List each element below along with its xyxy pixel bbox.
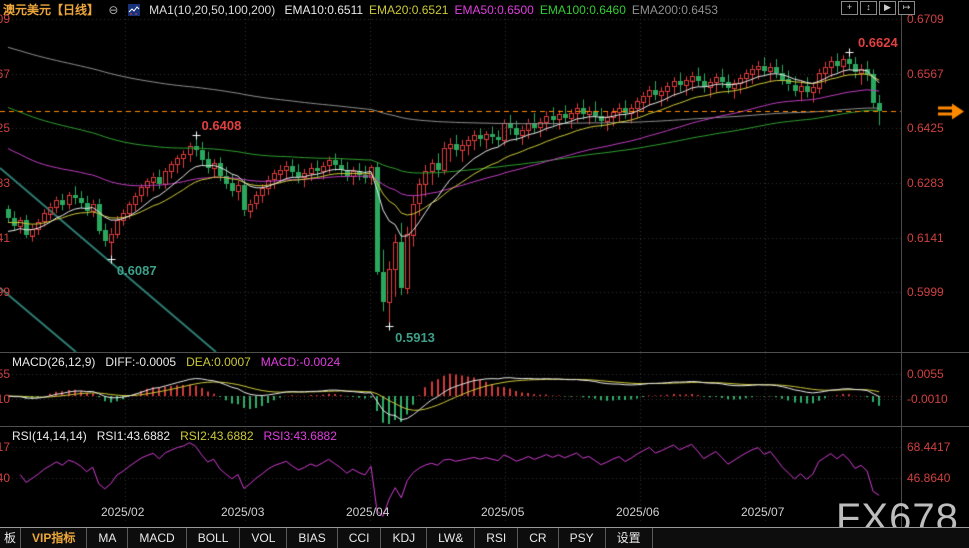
toolbar-item-0[interactable]: 板	[0, 528, 21, 548]
toolbar-item-cr[interactable]: CR	[518, 528, 558, 548]
ma-settings-label: MA1(10,20,50,100,200)	[149, 3, 275, 17]
collapse-icon[interactable]: ⊖	[108, 3, 118, 17]
price-axis-label: 0.6283	[907, 176, 944, 190]
rsi-axis-label: 46.8640	[907, 471, 950, 485]
panel-divider	[0, 352, 969, 353]
indicator-toolbar: 板VIP指标MAMACDBOLLVOLBIASCCIKDJLW&RSICRPSY…	[0, 527, 969, 548]
toolbar-item-lw[interactable]: LW&	[427, 528, 475, 548]
toolbar-item-13[interactable]: 设置	[606, 528, 653, 548]
left-axis-label-clipped: 0.5999	[0, 285, 10, 299]
toolbar-item-vol[interactable]: VOL	[240, 528, 287, 548]
price-axis-label: 0.6425	[907, 121, 944, 135]
left-axis-label-clipped: 0.6141	[0, 231, 10, 245]
symbol-title: 澳元美元【日线】	[3, 3, 99, 17]
toolbar-item-boll[interactable]: BOLL	[187, 528, 241, 548]
ema-value-label-2: EMA50:0.6500	[454, 3, 533, 17]
left-axis-label-clipped: 46.8640	[0, 471, 10, 485]
macd-value-label-0: DIFF:-0.0005	[105, 355, 176, 369]
rsi-value-label-0: RSI1:43.6882	[97, 429, 170, 443]
crosshair-icon[interactable]: +	[841, 1, 858, 15]
price-axis-label: 0.6141	[907, 231, 944, 245]
scale-axis-icon[interactable]: ↕	[860, 1, 877, 15]
rsi-axis-label: 68.4417	[907, 440, 950, 454]
macd-value-label-2: MACD:-0.0024	[261, 355, 340, 369]
price-annotation: 0.6624	[858, 35, 898, 50]
toolbar-item-cci[interactable]: CCI	[338, 528, 382, 548]
date-label: 2025/07	[741, 505, 784, 519]
date-label: 2025/03	[221, 505, 264, 519]
trading-app-window: 澳元美元【日线】 ⊖ MA1(10,20,50,100,200) EMA10:0…	[0, 0, 969, 548]
price-axis-border	[901, 0, 902, 527]
play-axis-icon[interactable]: ▶	[879, 1, 896, 15]
macd-axis-label: 0.0055	[907, 367, 944, 381]
price-axis-label: 0.5999	[907, 285, 944, 299]
date-label: 2025/02	[101, 505, 144, 519]
toolbar-item-rsi[interactable]: RSI	[475, 528, 518, 548]
ema-value-label-1: EMA20:0.6521	[369, 3, 448, 17]
exit-icon[interactable]: ↦	[898, 1, 915, 15]
chart-toolbar-icons: + ↕ ▶ ↦	[841, 1, 915, 15]
macd-axis-label: -0.0010	[907, 392, 948, 406]
toolbar-item-macd[interactable]: MACD	[128, 528, 186, 548]
macd-params-label: MACD(26,12,9)	[12, 355, 95, 369]
left-axis-label-clipped: 0.6567	[0, 67, 10, 81]
price-annotation: 0.5913	[395, 330, 435, 345]
chart-header: 澳元美元【日线】 ⊖ MA1(10,20,50,100,200) EMA10:0…	[3, 2, 730, 18]
rsi-value-label-2: RSI3:43.6882	[264, 429, 337, 443]
ema-value-label-3: EMA100:0.6460	[540, 3, 626, 17]
left-axis-label-clipped: 0.6709	[0, 12, 10, 26]
toolbar-item-kdj[interactable]: KDJ	[381, 528, 427, 548]
date-label: 2025/05	[481, 505, 524, 519]
left-axis-label-clipped: 0.6425	[0, 121, 10, 135]
price-annotation: 0.6408	[202, 118, 242, 133]
ema-value-label-4: EMA200:0.6453	[632, 3, 718, 17]
macd-value-label-1: DEA:0.0007	[186, 355, 251, 369]
toolbar-item-ma[interactable]: MA	[87, 528, 128, 548]
rsi-header: RSI(14,14,14) RSI1:43.6882 RSI2:43.6882 RSI…	[12, 429, 357, 443]
left-axis-label-clipped: 68.4417	[0, 440, 10, 454]
left-axis-label-clipped: 0.6283	[0, 176, 10, 190]
date-label: 2025/06	[616, 505, 659, 519]
date-label: 2025/04	[346, 505, 389, 519]
ema-value-label-0: EMA10:0.6511	[285, 3, 364, 17]
price-axis-label: 0.6567	[907, 67, 944, 81]
panel-divider	[0, 426, 969, 427]
ema-values: EMA10:0.6511 EMA20:0.6521 EMA50:0.6500 EMA1…	[285, 3, 724, 17]
left-axis-label-clipped: -0.0010	[0, 392, 10, 406]
toolbar-item-bias[interactable]: BIAS	[287, 528, 337, 548]
toolbar-item-1[interactable]: VIP指标	[21, 528, 87, 548]
left-axis-label-clipped: 0.0055	[0, 367, 10, 381]
toolbar-item-psy[interactable]: PSY	[559, 528, 606, 548]
macd-header: MACD(26,12,9) DIFF:-0.0005 DEA:0.0007 MACD:…	[12, 355, 360, 369]
rsi-value-label-1: RSI2:43.6882	[180, 429, 253, 443]
chart-style-icon[interactable]	[128, 4, 140, 20]
rsi-params-label: RSI(14,14,14)	[12, 429, 87, 443]
price-annotation: 0.6087	[117, 263, 157, 278]
